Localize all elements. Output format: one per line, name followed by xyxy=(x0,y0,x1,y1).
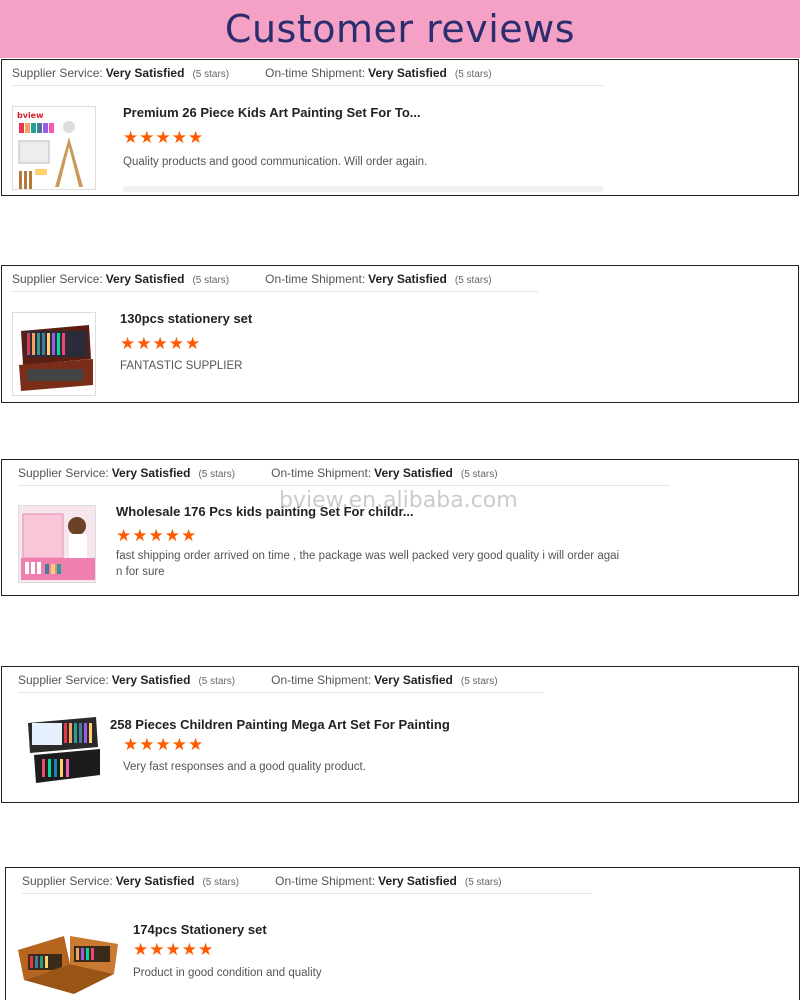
product-title[interactable]: 258 Pieces Children Painting Mega Art Se… xyxy=(110,717,450,732)
header-banner: Customer reviews xyxy=(0,0,800,58)
product-title[interactable]: 130pcs stationery set xyxy=(120,311,252,326)
supplier-service-rating: Supplier Service: Very Satisfied (5 stars) xyxy=(12,65,230,80)
review-text: FANTASTIC SUPPLIER xyxy=(120,360,243,372)
rating-stars: ★★★★★ xyxy=(123,735,205,755)
review-text: fast shipping order arrived on time , th… xyxy=(116,550,620,578)
review-card: Supplier Service: Very Satisfied (5 stars)… xyxy=(1,59,799,196)
review-meta: Supplier Service: Very Satisfied (5 stars)… xyxy=(12,266,538,292)
review-meta: Supplier Service: Very Satisfied (5 stars)… xyxy=(18,460,670,486)
product-image[interactable] xyxy=(12,312,96,396)
product-image[interactable] xyxy=(14,914,124,998)
supplier-service-rating: Supplier Service: Very Satisfied (5 stars) xyxy=(22,873,240,888)
review-text: Very fast responses and a good quality p… xyxy=(123,761,366,773)
product-image[interactable] xyxy=(24,713,102,789)
rating-stars: ★★★★★ xyxy=(133,940,215,960)
product-image[interactable] xyxy=(18,505,96,583)
supplier-service-rating: Supplier Service: Very Satisfied (5 stars) xyxy=(12,271,230,286)
on-time-shipment-rating: On-time Shipment: Very Satisfied (5 stars) xyxy=(271,465,498,480)
divider xyxy=(123,186,603,192)
supplier-service-rating: Supplier Service: Very Satisfied (5 stars) xyxy=(18,672,236,687)
rating-stars: ★★★★★ xyxy=(120,334,202,354)
product-image[interactable]: bview xyxy=(12,106,96,190)
review-card: Supplier Service: Very Satisfied (5 stars)… xyxy=(1,459,799,596)
product-title[interactable]: 174pcs Stationery set xyxy=(133,922,267,937)
review-text: Quality products and good communication.… xyxy=(123,156,428,168)
supplier-service-rating: Supplier Service: Very Satisfied (5 stars) xyxy=(18,465,236,480)
on-time-shipment-rating: On-time Shipment: Very Satisfied (5 stars) xyxy=(271,672,498,687)
on-time-shipment-rating: On-time Shipment: Very Satisfied (5 stars) xyxy=(265,271,492,286)
review-text: Product in good condition and quality xyxy=(133,967,322,979)
rating-stars: ★★★★★ xyxy=(123,128,205,148)
watermark: bview.en.alibaba.com xyxy=(279,488,518,513)
on-time-shipment-rating: On-time Shipment: Very Satisfied (5 stars) xyxy=(275,873,502,888)
rating-stars: ★★★★★ xyxy=(116,526,198,546)
review-meta: Supplier Service: Very Satisfied (5 stars)… xyxy=(12,60,604,86)
brand-logo: bview xyxy=(17,111,44,120)
page-title: Customer reviews xyxy=(224,7,576,51)
review-meta: Supplier Service: Very Satisfied (5 stars)… xyxy=(22,868,592,894)
product-title[interactable]: Premium 26 Piece Kids Art Painting Set F… xyxy=(123,105,421,120)
review-card: Supplier Service: Very Satisfied (5 stars)… xyxy=(5,867,800,1000)
review-card: Supplier Service: Very Satisfied (5 stars)… xyxy=(1,666,799,803)
review-card: Supplier Service: Very Satisfied (5 stars)… xyxy=(1,265,799,403)
on-time-shipment-rating: On-time Shipment: Very Satisfied (5 stars) xyxy=(265,65,492,80)
review-meta: Supplier Service: Very Satisfied (5 stars)… xyxy=(18,667,544,693)
